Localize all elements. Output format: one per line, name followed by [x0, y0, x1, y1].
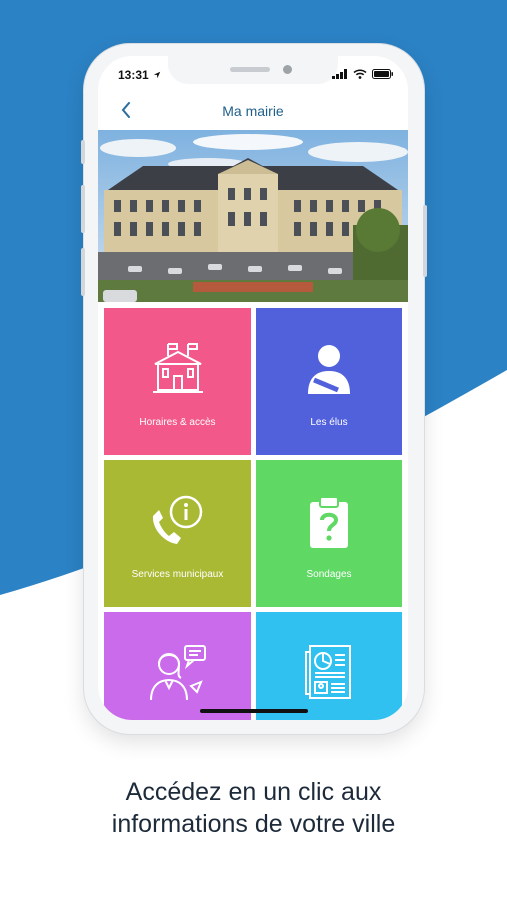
- menu-grid: Horaires & accès Les élus Services munic…: [98, 302, 408, 720]
- notch: [168, 56, 338, 84]
- phone-info-icon: [152, 495, 202, 544]
- page-title: Ma mairie: [222, 103, 284, 119]
- tile-les-elus[interactable]: Les élus: [256, 308, 402, 455]
- tile-services-municipaux[interactable]: Services municipaux: [104, 460, 251, 607]
- phone-screen: 13:31 Ma mairie Horaires & accès Les élu…: [98, 56, 408, 720]
- speaker-grille: [230, 67, 270, 72]
- mute-switch: [81, 140, 85, 164]
- tile-actualites[interactable]: [256, 612, 402, 720]
- cellular-signal-icon: [332, 69, 347, 79]
- tile-contact[interactable]: [104, 612, 251, 720]
- status-icons: [332, 69, 394, 79]
- status-time-text: 13:31: [118, 68, 149, 82]
- tile-sondages[interactable]: Sondages: [256, 460, 402, 607]
- caption-line-2: informations de votre ville: [111, 810, 396, 838]
- location-arrow-icon: [153, 71, 161, 79]
- wifi-icon: [353, 69, 367, 79]
- town-hall-icon: [152, 343, 203, 393]
- tile-services-municipaux-label: Services municipaux: [131, 569, 224, 580]
- person-icon: [308, 345, 350, 394]
- navigation-bar: Ma mairie: [98, 92, 408, 130]
- volume-down-button: [81, 248, 85, 296]
- status-time: 13:31: [118, 68, 161, 82]
- battery-icon: [372, 69, 393, 79]
- marketing-caption: Accédez en un clic aux informations de v…: [0, 776, 507, 840]
- volume-up-button: [81, 185, 85, 233]
- speaking-person-icon: [149, 645, 206, 701]
- home-indicator[interactable]: [200, 709, 308, 713]
- tile-horaires-acces-label: Horaires & accès: [139, 417, 216, 428]
- town-hall-photo: [98, 130, 408, 302]
- tile-sondages-label: Sondages: [306, 569, 352, 580]
- clipboard-question-icon: [310, 496, 348, 548]
- tile-horaires-acces[interactable]: Horaires & accès: [104, 308, 251, 455]
- caption-line-1: Accédez en un clic aux: [125, 778, 382, 806]
- tile-les-elus-label: Les élus: [310, 417, 348, 428]
- power-button: [423, 205, 427, 277]
- front-camera: [283, 65, 292, 74]
- newspaper-icon: [305, 645, 351, 699]
